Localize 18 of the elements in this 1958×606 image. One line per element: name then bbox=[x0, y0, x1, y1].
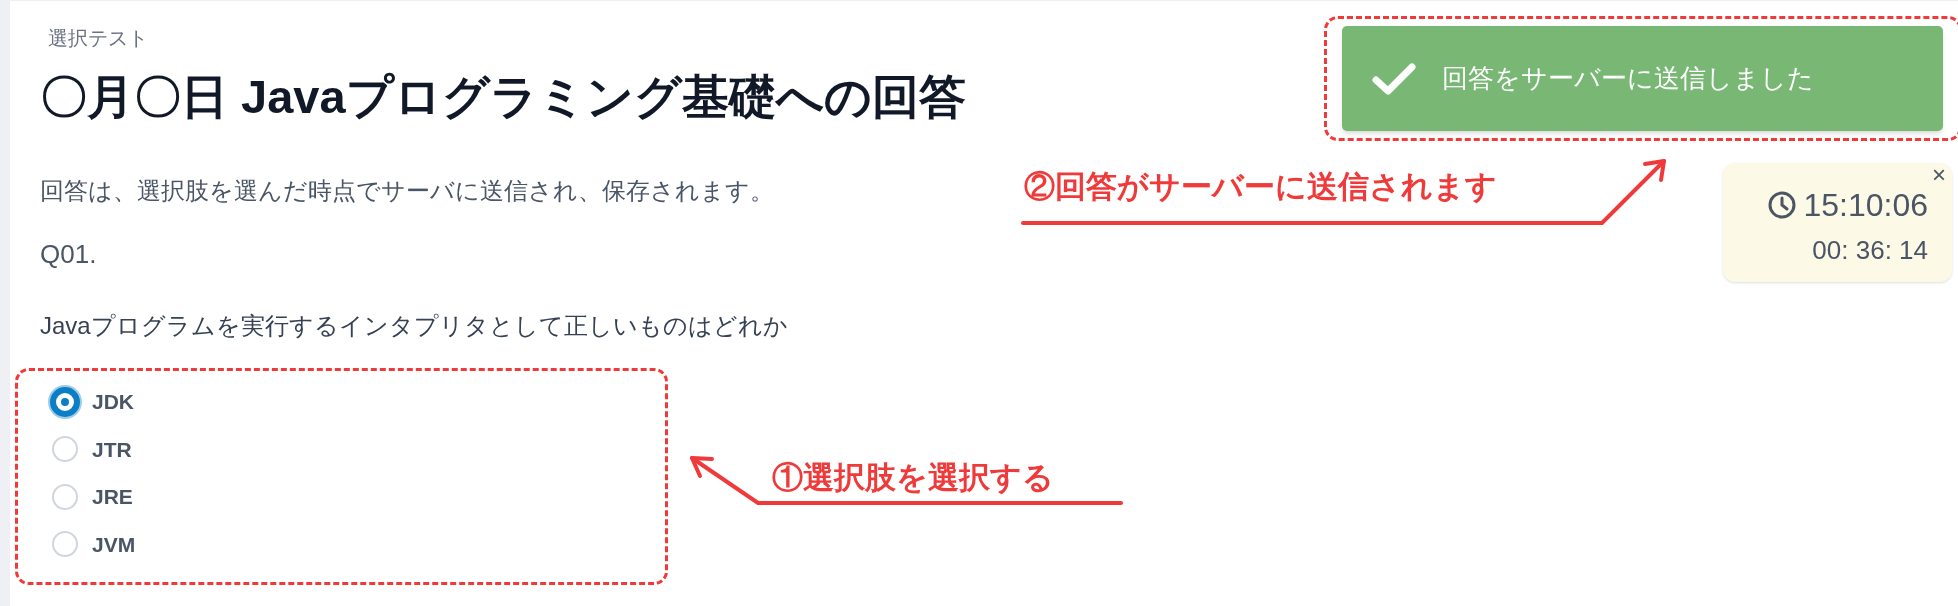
radio-option[interactable]: JVM bbox=[50, 528, 136, 560]
radio-option[interactable]: JDK bbox=[50, 386, 134, 418]
question-number: Q01. bbox=[40, 238, 97, 271]
clock-time: 15:10:06 bbox=[1803, 186, 1928, 225]
elapsed-time: 00: 36: 14 bbox=[1812, 234, 1928, 267]
page-title: 〇月〇日 Javaプログラミング基礎への回答 bbox=[40, 69, 966, 125]
annotation-label: ②回答がサーバーに送信されます bbox=[1024, 171, 1497, 202]
radio-option[interactable]: JTR bbox=[50, 433, 132, 465]
breadcrumb: 選択テスト bbox=[47, 26, 148, 51]
radio-option[interactable]: JRE bbox=[50, 481, 133, 513]
question-text: Javaプログラムを実行するインタプリタとして正しいものはどれか bbox=[40, 311, 788, 341]
clock-icon bbox=[1767, 190, 1798, 220]
annotation-label: ①選択肢を選択する bbox=[772, 462, 1054, 493]
description: 回答は、選択肢を選んだ時点でサーバに送信され、保存されます。 bbox=[40, 176, 774, 206]
close-button[interactable]: × bbox=[1932, 163, 1946, 187]
toast-message: 回答をサーバーに送信しました bbox=[1442, 62, 1814, 95]
check-icon bbox=[1372, 61, 1416, 96]
radio-button[interactable] bbox=[50, 386, 80, 417]
